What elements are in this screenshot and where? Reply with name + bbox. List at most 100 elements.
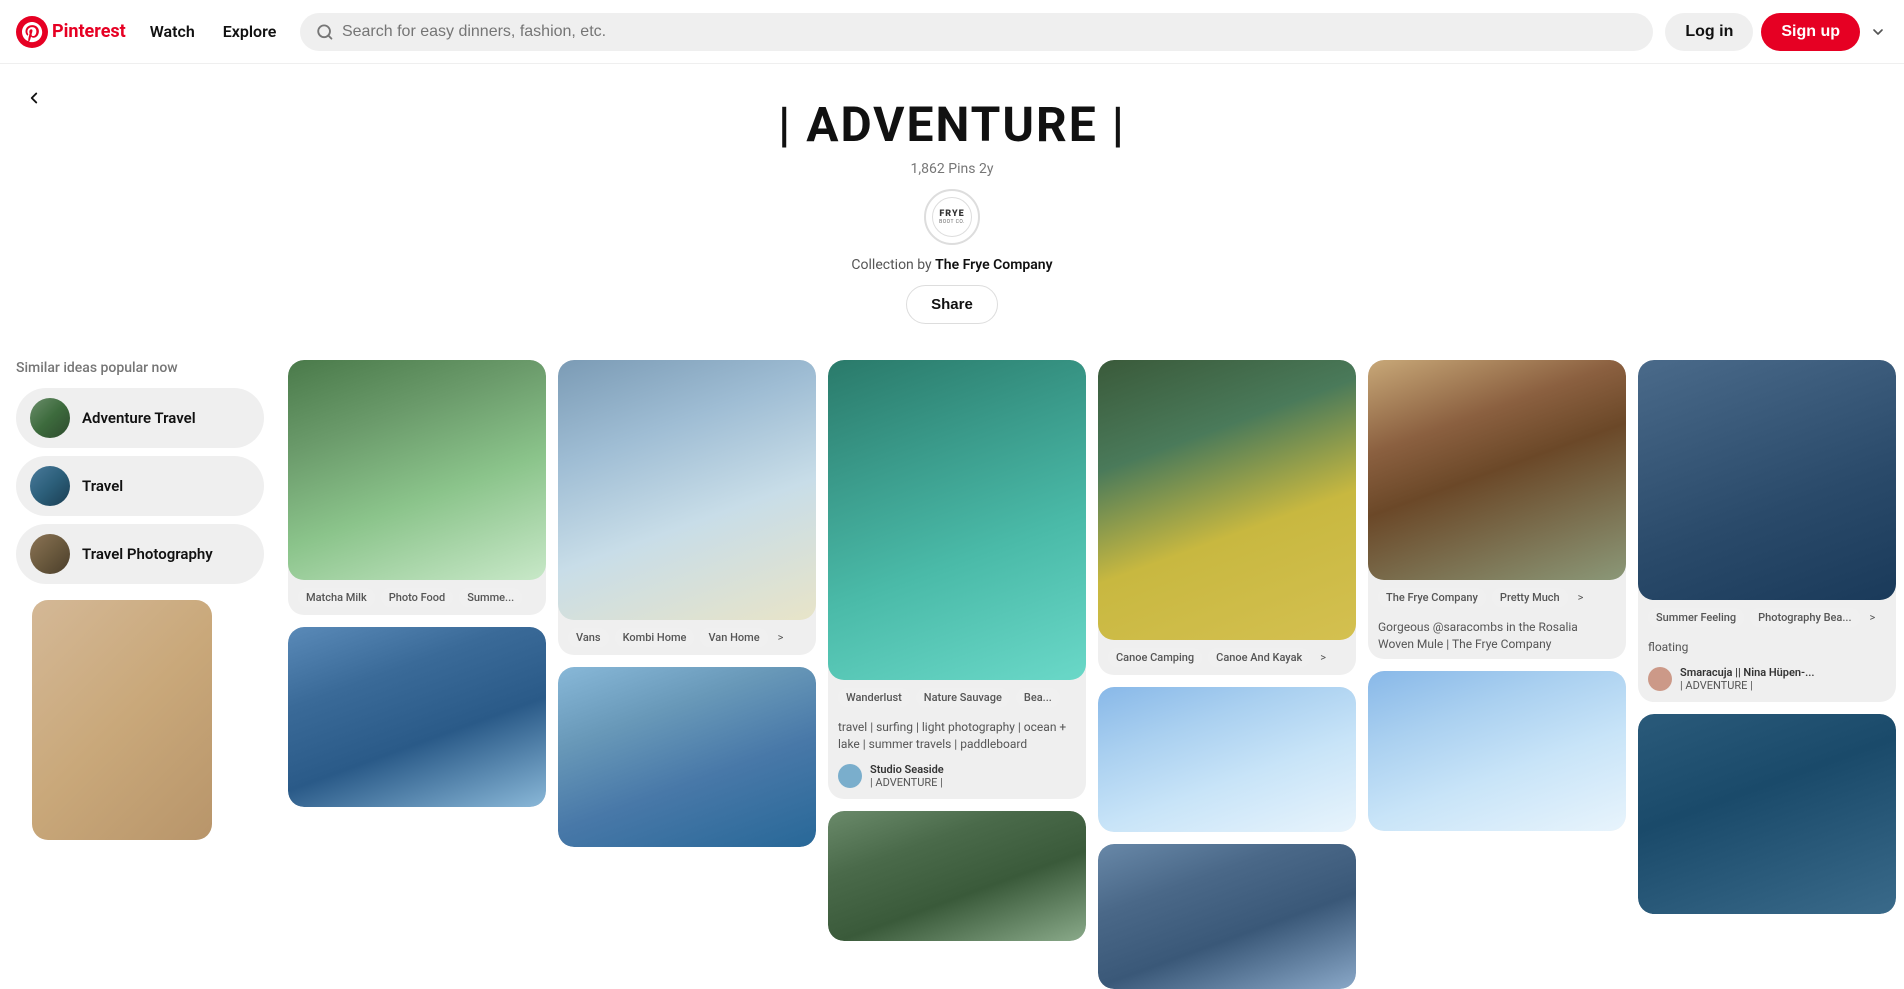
sidebar-item-travel[interactable]: Travel <box>16 456 264 516</box>
pin-tag-canoe-camping[interactable]: Canoe Camping <box>1108 648 1202 667</box>
login-button[interactable]: Log in <box>1665 13 1753 51</box>
pin-tag-nature-sauvage[interactable]: Nature Sauvage <box>916 688 1010 707</box>
pin-image-tent <box>828 811 1086 941</box>
pin-column-6: The Frye Company Pretty Much > Gorgeous … <box>1368 360 1626 831</box>
pin-card-van[interactable]: Vans Kombi Home Van Home > <box>558 360 816 655</box>
collection-by: Collection by The Frye Company <box>16 257 1888 273</box>
pin-card-cloud[interactable] <box>1098 687 1356 832</box>
pin-more-van[interactable]: > <box>774 628 788 647</box>
pin-tag-kombi-home[interactable]: Kombi Home <box>615 628 695 647</box>
sidebar-item-travel-photography[interactable]: Travel Photography <box>16 524 264 584</box>
board-meta: 1,862 Pins 2y <box>16 161 1888 177</box>
pin-column-2: Matcha Milk Photo Food Summe... <box>288 360 546 807</box>
travel-photography-avatar <box>30 534 70 574</box>
sidebar-preview-image <box>32 600 212 840</box>
pin-tags-matcha: Matcha Milk Photo Food Summe... <box>288 580 546 615</box>
pin-card-boat[interactable]: Summer Feeling Photography Bea... > floa… <box>1638 360 1896 702</box>
pin-description-floating: floating <box>1638 635 1896 662</box>
pin-tags-canoe: Canoe Camping Canoe And Kayak > <box>1098 640 1356 675</box>
pin-card-canoe[interactable]: Canoe Camping Canoe And Kayak > <box>1098 360 1356 675</box>
sidebar-similar-label: Similar ideas popular now <box>16 360 264 376</box>
header-actions: Log in Sign up <box>1665 13 1888 51</box>
pin-image-rock <box>288 627 546 807</box>
pin-card-matcha[interactable]: Matcha Milk Photo Food Summe... <box>288 360 546 615</box>
pin-card-cloud2[interactable] <box>1368 671 1626 831</box>
pin-column-4: Wanderlust Nature Sauvage Bea... travel … <box>828 360 1086 941</box>
pin-tag-bea[interactable]: Bea... <box>1016 688 1060 707</box>
pin-tags-cactus: The Frye Company Pretty Much > <box>1368 580 1626 615</box>
main-content: Similar ideas popular now Adventure Trav… <box>0 344 1904 989</box>
pin-tag-wanderlust[interactable]: Wanderlust <box>838 688 910 707</box>
pin-card-water[interactable]: Wanderlust Nature Sauvage Bea... travel … <box>828 360 1086 799</box>
pin-tags-boat: Summer Feeling Photography Bea... > <box>1638 600 1896 635</box>
pin-column-5: Canoe Camping Canoe And Kayak > <box>1098 360 1356 989</box>
pin-tags-van: Vans Kombi Home Van Home > <box>558 620 816 655</box>
travel-avatar <box>30 466 70 506</box>
collection-author-link[interactable]: The Frye Company <box>935 257 1052 273</box>
main-nav: Watch Explore <box>138 22 289 41</box>
search-bar[interactable] <box>300 13 1653 51</box>
pin-card-tent[interactable] <box>828 811 1086 941</box>
pin-image-mountain <box>1098 844 1356 989</box>
pin-tag-van-home[interactable]: Van Home <box>700 628 767 647</box>
logo-area[interactable]: Pinterest <box>16 16 126 48</box>
pins-grid: Matcha Milk Photo Food Summe... Vans Kom… <box>288 360 1896 989</box>
pin-more-boat[interactable]: > <box>1866 608 1880 627</box>
pin-more-cactus[interactable]: > <box>1574 588 1588 607</box>
chevron-down-icon[interactable] <box>1868 22 1888 42</box>
signup-button[interactable]: Sign up <box>1761 13 1860 51</box>
pin-tag-pretty-much[interactable]: Pretty Much <box>1492 588 1568 607</box>
sidebar-label-travel: Travel <box>82 477 123 495</box>
frye-logo: FRYE BOOT CO. <box>932 197 972 237</box>
pin-card-rock[interactable] <box>288 627 546 807</box>
pin-more-canoe[interactable]: > <box>1316 648 1330 667</box>
pinterest-logo-icon <box>16 16 48 48</box>
pin-tag-frye-company[interactable]: The Frye Company <box>1378 588 1486 607</box>
sidebar-item-adventure-travel[interactable]: Adventure Travel <box>16 388 264 448</box>
pin-user-avatar-boat <box>1648 667 1672 691</box>
pin-tag-photography-bea[interactable]: Photography Bea... <box>1750 608 1859 627</box>
pin-card-iceberg[interactable] <box>558 667 816 847</box>
nav-explore[interactable]: Explore <box>211 14 289 49</box>
board-title: | ADVENTURE | <box>16 96 1888 153</box>
frye-logo-sub: BOOT CO. <box>939 219 965 225</box>
pin-column-3: Vans Kombi Home Van Home > <box>558 360 816 847</box>
nav-watch[interactable]: Watch <box>138 14 207 49</box>
pin-image-iceberg <box>558 667 816 847</box>
pin-user-board-boat: | ADVENTURE | <box>1680 679 1814 692</box>
pin-card-swim[interactable] <box>1638 714 1896 914</box>
sidebar-label-adventure-travel: Adventure Travel <box>82 409 196 427</box>
pin-image-cactus <box>1368 360 1626 580</box>
pin-user-name-boat: Smaracuja || Nina Hüpen-... <box>1680 666 1814 679</box>
board-header: | ADVENTURE | 1,862 Pins 2y FRYE BOOT CO… <box>0 64 1904 344</box>
pin-card-cactus[interactable]: The Frye Company Pretty Much > Gorgeous … <box>1368 360 1626 659</box>
pin-image-canoe <box>1098 360 1356 640</box>
adventure-travel-avatar <box>30 398 70 438</box>
pin-user-avatar-water <box>838 764 862 788</box>
share-button[interactable]: Share <box>906 285 998 324</box>
sidebar-label-travel-photography: Travel Photography <box>82 545 213 563</box>
search-input[interactable] <box>342 23 1637 41</box>
pin-image-water <box>828 360 1086 680</box>
pin-card-mountain[interactable] <box>1098 844 1356 989</box>
pin-tag-photo-food[interactable]: Photo Food <box>381 588 454 607</box>
pin-user-name-water: Studio Seaside <box>870 763 944 776</box>
pins-label: Pins <box>948 161 975 177</box>
collection-prefix: Collection by <box>851 257 931 273</box>
pin-tag-canoe-kayak[interactable]: Canoe And Kayak <box>1208 648 1310 667</box>
pin-image-van <box>558 360 816 620</box>
pin-image-swim <box>1638 714 1896 914</box>
pin-user-water: Studio Seaside | ADVENTURE | <box>828 759 1086 799</box>
pin-tag-summe[interactable]: Summe... <box>459 588 522 607</box>
pin-user-board-water: | ADVENTURE | <box>870 776 944 789</box>
pin-image-cloud2 <box>1368 671 1626 831</box>
pin-image-cloud <box>1098 687 1356 832</box>
back-button[interactable] <box>16 80 52 116</box>
pin-column-7: Summer Feeling Photography Bea... > floa… <box>1638 360 1896 914</box>
pin-tag-vans[interactable]: Vans <box>568 628 609 647</box>
pin-tag-summer-feeling[interactable]: Summer Feeling <box>1648 608 1744 627</box>
pin-description-cactus: Gorgeous @saracombs in the Rosalia Woven… <box>1368 615 1626 659</box>
pin-tag-matcha-milk[interactable]: Matcha Milk <box>298 588 375 607</box>
pin-tags-water: Wanderlust Nature Sauvage Bea... <box>828 680 1086 715</box>
board-avatar[interactable]: FRYE BOOT CO. <box>924 189 980 245</box>
